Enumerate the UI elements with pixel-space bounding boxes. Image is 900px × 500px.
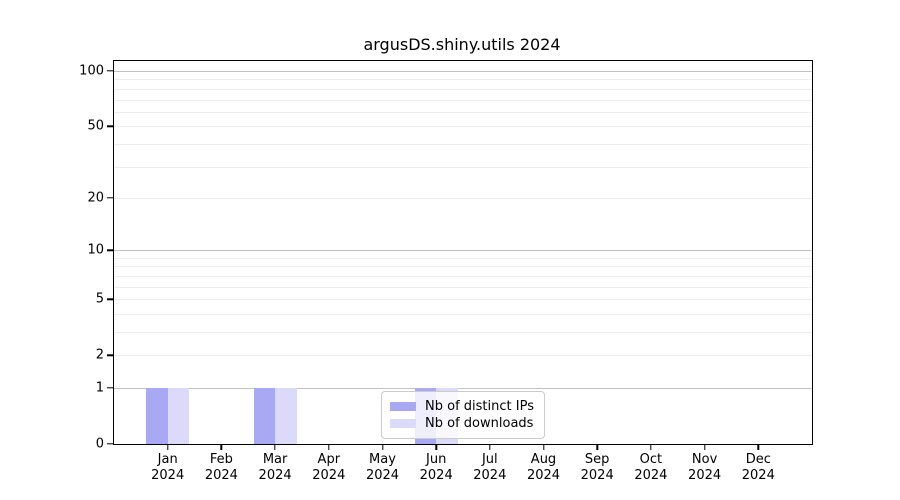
minor-gridline (114, 99, 812, 101)
legend-entry-downloads: Nb of downloads (390, 415, 534, 432)
year-label: 2024 (741, 468, 775, 483)
month-label: Dec (745, 452, 771, 467)
x-tick-mark (220, 445, 223, 450)
minor-gridline (114, 111, 812, 113)
legend-entry-distinct-ips: Nb of distinct IPs (390, 398, 534, 415)
x-tick-mark (703, 445, 706, 450)
minor-gridline (114, 197, 812, 199)
minor-gridline (114, 299, 812, 301)
figure: argusDS.shiny.utils 2024 100 50 20 10 5 2 1 0 J… (0, 0, 900, 500)
x-tick-mark (435, 445, 437, 450)
y-tick-label: 2 (95, 347, 104, 363)
major-gridline (114, 71, 812, 72)
y-tick-mark (106, 249, 113, 251)
bar-mar-distinct-ips (253, 388, 276, 444)
minor-gridline (114, 126, 812, 128)
x-tick-mark (166, 445, 169, 450)
minor-gridline (114, 266, 812, 268)
y-tick-mark (106, 354, 113, 356)
minor-gridline (114, 332, 812, 333)
legend-label-distinct-ips: Nb of distinct IPs (425, 399, 534, 414)
x-tick-mark (489, 445, 491, 450)
y-tick-mark (106, 70, 113, 72)
minor-gridline (114, 257, 812, 259)
bar-jan-downloads (167, 388, 190, 444)
x-tick-mark (381, 445, 384, 450)
minor-gridline (114, 313, 812, 315)
x-tick-mark (274, 445, 276, 450)
y-tick-label: 1 (95, 380, 104, 396)
major-gridline (114, 388, 812, 389)
minor-gridline (114, 275, 812, 277)
y-tick-label: 0 (95, 436, 104, 452)
minor-gridline (114, 166, 812, 168)
bar-mar-downloads (275, 388, 297, 444)
major-gridline (114, 250, 812, 252)
x-tick-mark (757, 445, 759, 450)
y-tick-mark (106, 125, 113, 127)
minor-gridline (114, 88, 812, 90)
bar-jan-distinct-ips (146, 388, 168, 444)
y-tick-mark (106, 387, 113, 389)
legend: Nb of distinct IPs Nb of downloads (381, 391, 545, 439)
x-tick-mark (596, 445, 598, 450)
y-tick-label: 100 (79, 63, 104, 79)
y-tick-mark (106, 197, 113, 199)
legend-label-downloads: Nb of downloads (425, 416, 534, 431)
y-tick-mark (106, 443, 113, 445)
y-tick-label: 5 (95, 291, 104, 307)
legend-swatch-distinct-ips (390, 402, 417, 411)
y-tick-label: 20 (87, 190, 104, 206)
y-tick-mark (106, 298, 113, 300)
x-tick-label-dec: Dec 2024 (726, 452, 790, 484)
minor-gridline (114, 355, 812, 357)
minor-gridline (114, 286, 812, 288)
legend-swatch-downloads (390, 419, 417, 428)
x-tick-mark (542, 445, 545, 450)
x-tick-mark (650, 445, 652, 450)
chart-title: argusDS.shiny.utils 2024 (363, 35, 561, 54)
plot-area: 100 50 20 10 5 2 1 0 Jan 2024 Feb 2024 Mar 2024 Apr 20… (79, 60, 813, 483)
minor-gridline (114, 79, 812, 81)
minor-gridline (114, 143, 812, 145)
y-tick-label: 50 (87, 118, 104, 134)
x-tick-mark (328, 445, 330, 450)
y-tick-label: 10 (87, 242, 104, 258)
